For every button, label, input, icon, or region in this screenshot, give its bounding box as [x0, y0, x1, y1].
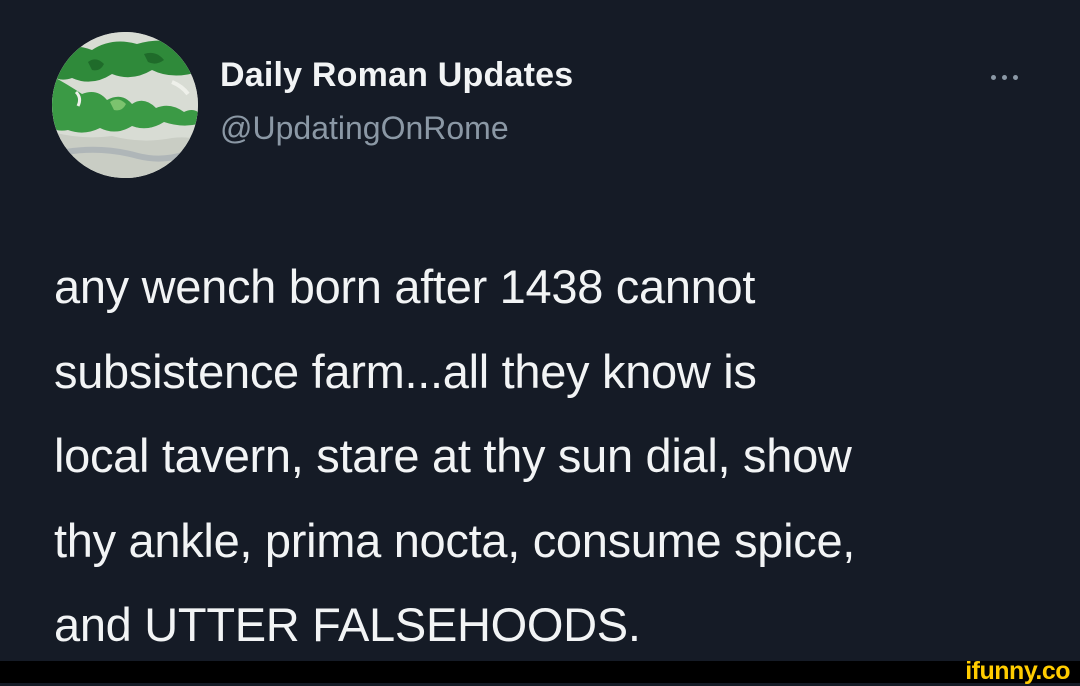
display-name[interactable]: Daily Roman Updates — [220, 56, 573, 95]
more-options-icon — [990, 74, 996, 80]
more-options-button[interactable] — [980, 62, 1028, 92]
user-handle[interactable]: @UpdatingOnRome — [220, 110, 509, 147]
ifunny-watermark: ifunny.co — [965, 657, 1070, 685]
avatar[interactable] — [52, 32, 198, 178]
tweet-text: any wench born after 1438 cannot subsist… — [54, 260, 856, 651]
watermark-bar: ifunny.co — [0, 657, 1080, 685]
mediterranean-map-icon — [52, 32, 198, 178]
more-options-icon — [1012, 74, 1018, 80]
tweet-card: Daily Roman Updates @UpdatingOnRome any … — [0, 0, 1080, 661]
more-options-icon — [1001, 74, 1007, 80]
